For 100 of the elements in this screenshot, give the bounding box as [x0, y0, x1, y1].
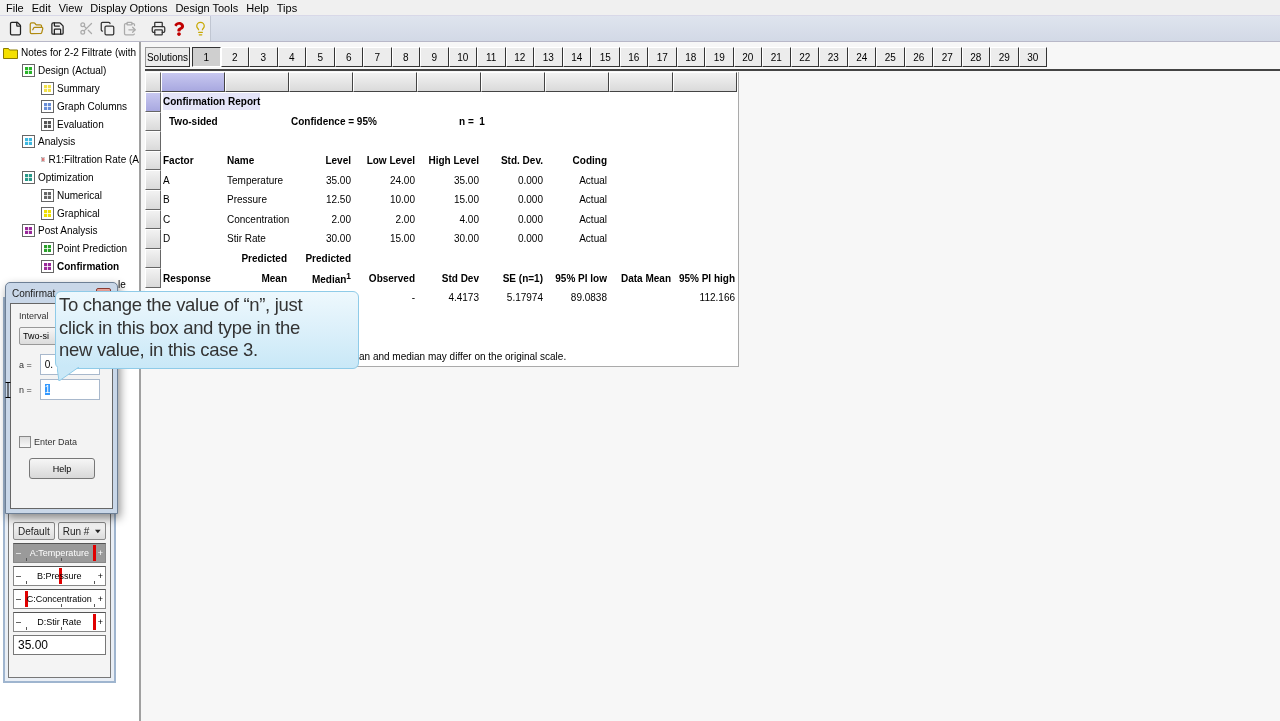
tree-item[interactable]: Confirmation: [57, 260, 120, 272]
report-cell: Two-sided: [169, 115, 218, 127]
interval-label: Interval: [19, 311, 50, 321]
tree-item[interactable]: Numerical: [57, 189, 102, 201]
default-button[interactable]: Default: [13, 522, 55, 541]
menu-item[interactable]: Edit: [27, 1, 55, 14]
report-cell: 0.000: [517, 213, 543, 225]
solution-tab[interactable]: 1: [192, 47, 221, 67]
report-cell: 4.00: [459, 213, 479, 225]
solution-tab[interactable]: 7: [363, 47, 392, 67]
run-dropdown[interactable]: Run #: [57, 522, 106, 541]
tree-item[interactable]: Design (Actual): [38, 65, 107, 77]
tree-item[interactable]: le: [118, 278, 126, 290]
tree-item[interactable]: Optimization: [38, 171, 94, 183]
report-cell: A: [163, 174, 170, 186]
solution-tab[interactable]: 30: [1018, 47, 1047, 67]
factor-slider[interactable]: – D:Stir Rate +: [13, 612, 106, 633]
alpha-label: a =: [19, 359, 32, 370]
solution-tab[interactable]: 25: [876, 47, 905, 67]
report-cell: Coding: [572, 155, 607, 167]
n-label: n =: [19, 384, 32, 395]
report-cell: Predicted: [305, 253, 351, 265]
solution-tab[interactable]: 3: [249, 47, 278, 67]
report-cell: 95% PI low: [555, 272, 607, 284]
solution-tab[interactable]: 5: [306, 47, 335, 67]
tree-item[interactable]: Post Analysis: [38, 225, 98, 237]
report-cell: 30.00: [453, 233, 479, 245]
report-cell: B: [163, 194, 170, 206]
tree-item[interactable]: Evaluation: [57, 118, 104, 130]
solution-tab[interactable]: 6: [334, 47, 363, 67]
report-title: Confirmation Report: [163, 93, 261, 111]
report-cell: Actual: [579, 194, 607, 206]
tree-item[interactable]: R1:Filtration Rate (A: [48, 154, 139, 166]
menu-item[interactable]: Design Tools: [171, 1, 243, 14]
tree-item[interactable]: Point Prediction: [57, 243, 128, 255]
tree-item[interactable]: Notes for 2-2 Filtrate (with: [21, 47, 137, 59]
report-cell: Name: [227, 155, 255, 167]
menu-item[interactable]: File: [2, 1, 28, 14]
report-cell: D: [163, 233, 171, 245]
solution-tab[interactable]: 29: [990, 47, 1019, 67]
report-cell: 4.4173: [448, 292, 479, 304]
solution-tab[interactable]: 22: [790, 47, 819, 67]
menu-item[interactable]: Tips: [272, 1, 302, 14]
solution-tab[interactable]: 24: [847, 47, 876, 67]
report-cell: 112.166: [699, 292, 735, 304]
solution-tab[interactable]: 18: [676, 47, 705, 67]
solution-tab[interactable]: 27: [933, 47, 962, 67]
solution-tab[interactable]: 21: [762, 47, 791, 67]
solution-tab[interactable]: 19: [705, 47, 734, 67]
solution-tab[interactable]: 23: [819, 47, 848, 67]
report-cell: Observed: [368, 272, 415, 284]
menu-item[interactable]: View: [54, 1, 87, 14]
report-cell: Concentration: [227, 213, 290, 225]
report-cell: C: [163, 213, 171, 225]
report-cell: 12.50: [325, 194, 351, 206]
solution-tab[interactable]: 2: [220, 47, 249, 67]
solution-tab[interactable]: 11: [477, 47, 506, 67]
report-cell: Level: [325, 155, 351, 167]
solution-tab[interactable]: 4: [277, 47, 306, 67]
solution-tab[interactable]: 15: [591, 47, 620, 67]
solution-tab[interactable]: 26: [904, 47, 933, 67]
help-button[interactable]: Help: [29, 458, 95, 479]
report-cell: Actual: [579, 233, 607, 245]
solution-tab[interactable]: 13: [534, 47, 563, 67]
solution-tab[interactable]: 14: [562, 47, 591, 67]
tree-item[interactable]: Analysis: [38, 136, 76, 148]
report-cell: SE (n=1): [502, 272, 543, 284]
footnote-text: an and median may differ on the original scale.: [359, 351, 567, 362]
report-cell: 2.00: [395, 213, 415, 225]
tree-item[interactable]: Graph Columns: [57, 100, 128, 112]
solution-tab[interactable]: 28: [961, 47, 990, 67]
menu-item[interactable]: Display Options: [86, 1, 172, 14]
menu-item[interactable]: Help: [242, 1, 273, 14]
solution-tab[interactable]: 17: [648, 47, 677, 67]
report-cell: Pressure: [227, 194, 267, 206]
report-cell: Mean: [261, 272, 287, 284]
report-cell: Actual: [579, 213, 607, 225]
solution-tab[interactable]: 20: [733, 47, 762, 67]
report-cell: Data Mean: [621, 272, 671, 284]
report-cell: Actual: [579, 174, 607, 186]
tree-item[interactable]: Summary: [57, 83, 100, 94]
solution-tab[interactable]: 16: [619, 47, 648, 67]
solution-tab[interactable]: 12: [505, 47, 534, 67]
report-cell: 2.00: [331, 213, 351, 225]
report-cell: 35.00: [325, 174, 351, 186]
report-cell: n = 1: [459, 115, 485, 127]
report-cell: High Level: [428, 155, 479, 167]
report-cell: Response: [163, 272, 211, 284]
report-cell: 24.00: [389, 174, 415, 186]
report-cell: 5.17974: [506, 292, 543, 304]
solution-tab[interactable]: 9: [420, 47, 449, 67]
report-cell: Predicted: [241, 253, 287, 265]
value-field[interactable]: 35.00: [13, 635, 106, 656]
solution-tab[interactable]: 8: [391, 47, 420, 67]
tree-item[interactable]: Graphical: [57, 207, 100, 219]
solution-tab[interactable]: 10: [448, 47, 477, 67]
report-cell: -: [411, 292, 415, 304]
report-cell: 15.00: [389, 233, 415, 245]
report-cell: Temperature: [227, 174, 284, 186]
report-cell: Std. Dev.: [500, 155, 543, 167]
